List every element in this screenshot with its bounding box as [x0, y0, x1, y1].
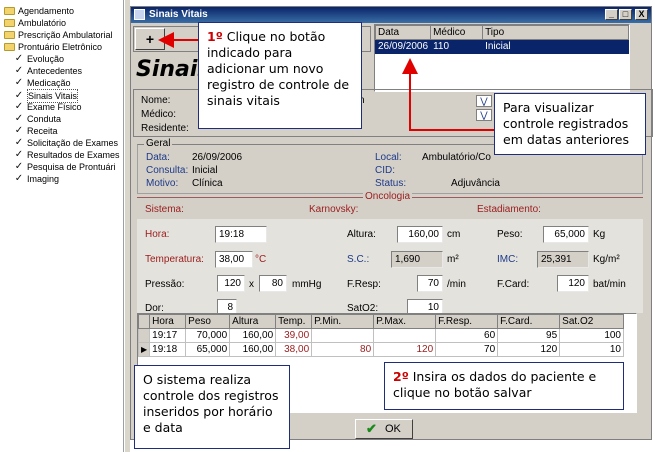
arrow-to-history-list	[402, 58, 494, 131]
annotation-arrows	[158, 32, 494, 131]
